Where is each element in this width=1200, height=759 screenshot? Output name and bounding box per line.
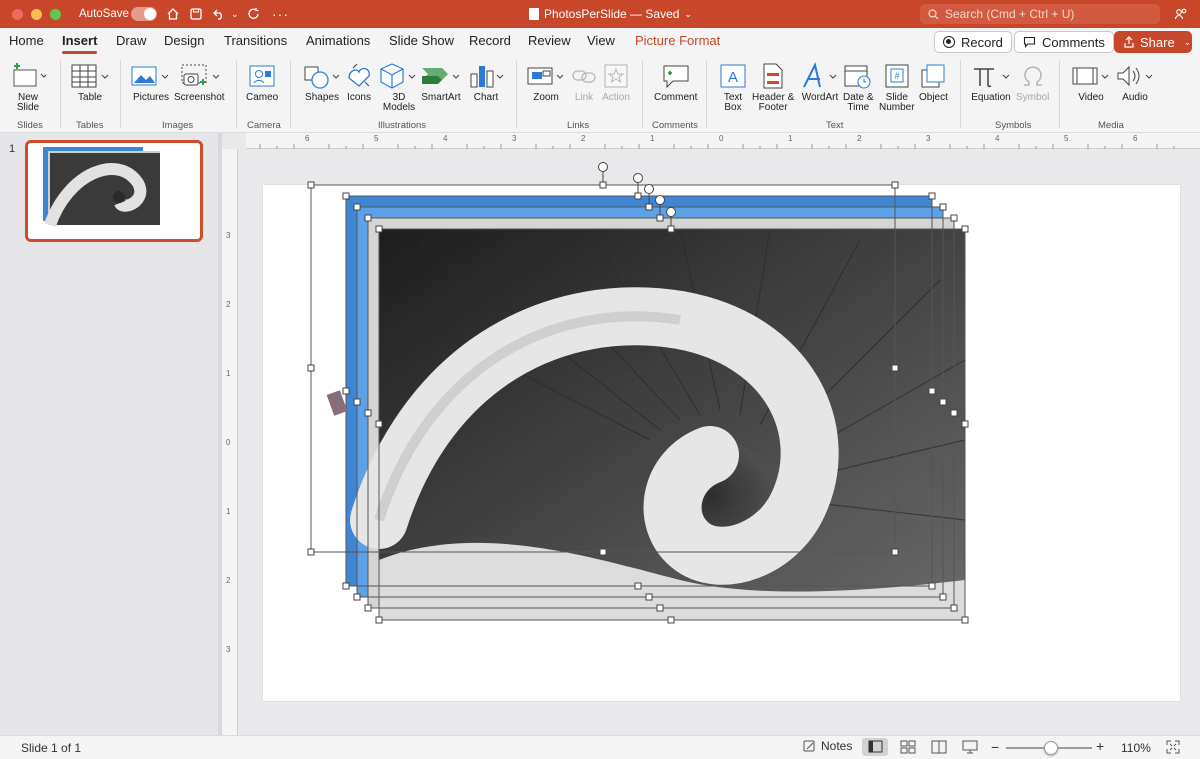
slide-sorter-icon[interactable] <box>900 740 916 754</box>
reading-view-icon[interactable] <box>931 740 947 754</box>
normal-view-button[interactable] <box>862 738 888 756</box>
normal-view-icon <box>868 740 883 753</box>
zoom-slider[interactable] <box>1006 741 1092 755</box>
notes-label: Notes <box>821 739 853 753</box>
zoom-level[interactable]: 110% <box>1121 741 1151 755</box>
picture-spiral-staircase[interactable] <box>350 228 966 620</box>
status-bar: Slide 1 of 1 Notes − + 110% <box>0 735 1200 759</box>
zoom-out-button[interactable]: − <box>991 739 999 755</box>
zoom-slider-thumb[interactable] <box>1044 741 1058 755</box>
stacked-pictures-layer <box>307 162 969 624</box>
slideshow-view-icon[interactable] <box>962 740 978 754</box>
slide-count: Slide 1 of 1 <box>21 741 82 755</box>
notes-button[interactable]: Notes <box>802 739 852 753</box>
fit-to-window-icon[interactable] <box>1166 740 1180 754</box>
zoom-in-button[interactable]: + <box>1096 738 1104 754</box>
notes-icon <box>803 740 815 752</box>
